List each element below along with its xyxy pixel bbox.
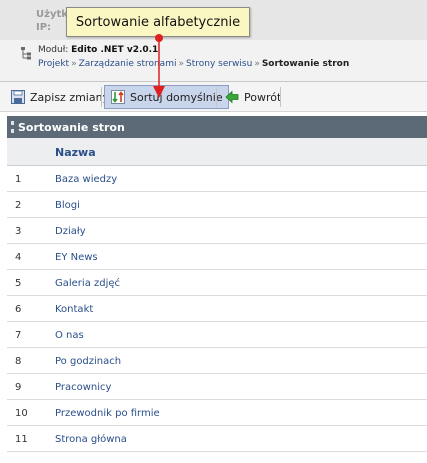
ip-label: IP: <box>36 22 52 33</box>
back-arrow-icon <box>225 90 239 104</box>
breadcrumb-current: Sortowanie stron <box>261 59 350 69</box>
panel-title: Sortowanie stron <box>18 120 125 134</box>
row-number: 5 <box>15 278 22 289</box>
row-page-name[interactable]: O nas <box>55 330 84 341</box>
row-page-name[interactable]: Pracownicy <box>55 382 111 393</box>
table-row[interactable]: 8 Po godzinach <box>7 348 427 374</box>
module-line: Moduł: Edito .NET v2.0.1 <box>38 45 158 55</box>
row-page-name[interactable]: EY News <box>55 252 98 263</box>
row-page-name[interactable]: Działy <box>55 226 86 237</box>
save-button[interactable]: Zapisz zmiany <box>4 85 115 109</box>
table-row[interactable]: 11 Strona główna <box>7 426 427 452</box>
row-page-name[interactable]: Baza wiedzy <box>55 174 117 185</box>
column-header-row: Nazwa <box>7 138 427 166</box>
column-header-name[interactable]: Nazwa <box>55 146 96 159</box>
table-row[interactable]: 5 Galeria zdjęć <box>7 270 427 296</box>
toolbar-divider <box>216 87 217 107</box>
breadcrumb-link-strony[interactable]: Strony serwisu <box>186 59 252 69</box>
row-page-name[interactable]: Kontakt <box>55 304 93 315</box>
sortable-page-list: 1 Baza wiedzy 2 Blogi 3 Działy 4 EY News 5 Galeri… <box>7 166 427 452</box>
row-number: 11 <box>15 434 28 445</box>
breadcrumb-separator: » <box>71 59 77 69</box>
table-row[interactable]: 2 Blogi <box>7 192 427 218</box>
row-number: 7 <box>15 330 22 341</box>
table-row[interactable]: 6 Kontakt <box>7 296 427 322</box>
row-page-name[interactable]: Strona główna <box>55 434 127 445</box>
table-row[interactable]: 7 O nas <box>7 322 427 348</box>
panel-header: Sortowanie stron <box>7 116 427 138</box>
table-row[interactable]: 9 Pracownicy <box>7 374 427 400</box>
row-page-name[interactable]: Blogi <box>55 200 80 211</box>
save-disk-icon <box>11 90 25 104</box>
row-number: 1 <box>15 174 22 185</box>
row-number: 8 <box>15 356 22 367</box>
row-number: 9 <box>15 382 22 393</box>
row-page-name[interactable]: Galeria zdjęć <box>55 278 120 289</box>
save-button-label: Zapisz zmiany <box>30 90 110 104</box>
tooltip: Sortowanie alfabetycznie <box>66 7 250 37</box>
row-page-name[interactable]: Przewodnik po firmie <box>55 408 160 419</box>
module-label: Moduł: <box>38 45 69 55</box>
user-label: Użytk <box>36 9 68 20</box>
row-page-name[interactable]: Po godzinach <box>55 356 121 367</box>
table-row[interactable]: 4 EY News <box>7 244 427 270</box>
row-number: 2 <box>15 200 22 211</box>
toolbar-divider <box>280 87 281 107</box>
drag-grip-icon <box>11 121 14 133</box>
table-row[interactable]: 1 Baza wiedzy <box>7 166 427 192</box>
back-button[interactable]: Powrót <box>218 85 287 109</box>
table-row[interactable]: 10 Przewodnik po firmie <box>7 400 427 426</box>
table-row[interactable]: 3 Działy <box>7 218 427 244</box>
breadcrumb: Projekt» Zarządzanie stronami» Strony serw… <box>38 59 349 69</box>
module-bar: Moduł: Edito .NET v2.0.1 Projekt» Zarządz… <box>0 40 427 82</box>
sort-arrows-icon <box>111 90 125 104</box>
row-number: 10 <box>15 408 28 419</box>
sort-default-button-label: Sortuj domyślnie <box>130 90 223 104</box>
sort-default-button[interactable]: Sortuj domyślnie <box>104 85 229 109</box>
back-button-label: Powrót <box>244 90 282 104</box>
toolbar: Zapisz zmiany Sortuj domyślnie Powrót <box>0 82 427 112</box>
breadcrumb-link-projekt[interactable]: Projekt <box>38 59 69 69</box>
breadcrumb-link-zarzadzanie[interactable]: Zarządzanie stronami <box>79 59 177 69</box>
module-tree-icon <box>21 47 31 60</box>
row-number: 6 <box>15 304 22 315</box>
row-number: 3 <box>15 226 22 237</box>
user-info: Użytk IP: <box>36 8 68 34</box>
row-number: 4 <box>15 252 22 263</box>
breadcrumb-separator: » <box>178 59 184 69</box>
toolbar-divider <box>101 87 102 107</box>
breadcrumb-separator: » <box>254 59 260 69</box>
module-name: Edito .NET v2.0.1 <box>71 45 159 55</box>
